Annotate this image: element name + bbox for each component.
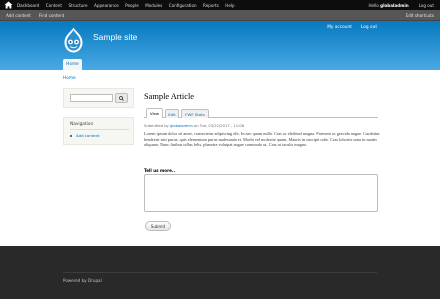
admin-toolbar: Dashboard Content Structure Appearance P… (0, 0, 440, 10)
home-icon[interactable] (4, 1, 13, 9)
search-icon (119, 95, 124, 101)
secondary-menu: My account Log out (318, 25, 377, 30)
admin-menu-people[interactable]: People (125, 3, 139, 8)
site-header: Sample site My account Log out Home (0, 21, 440, 70)
breadcrumb[interactable]: Home (63, 76, 76, 81)
navigation-divider (70, 129, 129, 130)
primary-tab-home[interactable]: Home (63, 59, 82, 70)
article-body: Lorem ipsum dolor sit amet, consectetur … (144, 131, 380, 147)
page-title: Sample Article (144, 92, 195, 101)
bullet-icon (70, 134, 72, 137)
shortcut-find-content[interactable]: Find content (39, 13, 64, 18)
nav-item-add-content[interactable]: Add content (70, 133, 100, 138)
comment-textarea[interactable] (144, 174, 378, 212)
submit-button[interactable]: Submit (145, 221, 171, 231)
author-link[interactable]: globaladmin (170, 124, 193, 128)
admin-menu-help[interactable]: Help (225, 3, 234, 8)
tab-fwf-stats[interactable]: FWF Stats (181, 109, 209, 118)
hello-user: Hello globaladmin (368, 3, 408, 8)
powered-by-drupal[interactable]: Powered by Drupal (63, 278, 102, 283)
submitted-prefix: Submitted by (144, 124, 169, 128)
toolbar-username[interactable]: globaladmin (380, 3, 409, 8)
admin-menu-appearance[interactable]: Appearance (94, 3, 119, 8)
site-name[interactable]: Sample site (93, 32, 137, 42)
shortcut-bar: Add content Find content Edit shortcuts (0, 10, 440, 21)
header-logout-link[interactable]: Log out (361, 25, 377, 30)
submitted-date: on Tue, 03/22/2017 - 11:08 (194, 124, 244, 128)
admin-menu-modules[interactable]: Modules (145, 3, 162, 8)
tab-edit[interactable]: Edit (165, 109, 179, 118)
search-block (63, 88, 134, 108)
nav-item-label[interactable]: Add content (76, 133, 100, 138)
footer-divider (63, 272, 377, 273)
search-input[interactable] (70, 94, 113, 102)
admin-menu-content[interactable]: Content (46, 3, 62, 8)
my-account-link[interactable]: My account (327, 25, 352, 30)
search-button[interactable] (115, 93, 128, 103)
local-tabs: View Edit FWF Stats (144, 107, 378, 118)
admin-menu-reports[interactable]: Reports (203, 3, 219, 8)
drupal-drop-icon[interactable] (63, 27, 84, 53)
edit-shortcuts-link[interactable]: Edit shortcuts (406, 10, 434, 21)
admin-menu: Dashboard Content Structure Appearance P… (17, 0, 241, 10)
toolbar-user-area: Hello globaladmin Log out (368, 0, 434, 10)
admin-menu-dashboard[interactable]: Dashboard (17, 3, 39, 8)
navigation-title: Navigation (70, 122, 94, 127)
toolbar-logout-link[interactable]: Log out (419, 3, 434, 8)
admin-menu-configuration[interactable]: Configuration (169, 3, 197, 8)
comment-label: Tell us more.. (144, 168, 176, 173)
navigation-block: Navigation Add content (63, 117, 134, 145)
site-footer: Powered by Drupal (0, 246, 440, 299)
submitted-info: Submitted by globaladmin on Tue, 03/22/2… (144, 124, 244, 128)
hello-prefix: Hello (368, 2, 379, 8)
tab-view[interactable]: View (146, 108, 163, 118)
admin-menu-structure[interactable]: Structure (69, 3, 88, 8)
shortcut-add-content[interactable]: Add content (6, 13, 31, 18)
shortcut-items: Add content Find content (6, 10, 72, 21)
